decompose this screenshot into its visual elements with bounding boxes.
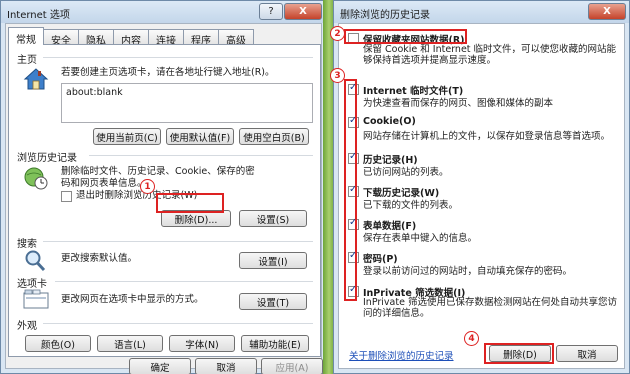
magnifier-icon [23,249,47,273]
step-badge-4: 4 [464,331,479,346]
delete-history-window: 删除浏览的历史记录 X 保留收藏夹网站数据(R) 保留 Cookie 和 Int… [330,0,630,374]
tab-programs[interactable]: 程序 [183,29,219,47]
search-description: 更改搜索默认值。 [61,253,138,264]
cookies-desc: 网站存储在计算机上的文件，以保存如登录信息等首选项。 [363,131,611,142]
tabs-divider [55,281,313,282]
appearance-divider [43,323,313,324]
home-page-value: about:blank [66,87,123,98]
temp-files-desc: 为快速查看而保存的网页、图像和媒体的副本 [363,98,554,109]
left-cancel-button[interactable]: 取消 [195,358,257,374]
highlight-delete-history [156,193,224,213]
search-header: 搜索 [17,239,37,250]
use-blank-button[interactable]: 使用空白页(B) [239,128,309,145]
tabs-window-icon [23,289,49,309]
search-divider [43,241,313,242]
step-badge-2: 2 [330,26,345,41]
inprivate-desc: InPrivate 筛选使用已保存数据检测网站在何处自动共享您访问的详细信息。 [363,297,617,319]
step-badge-3: 3 [330,68,345,83]
step-badge-1: 1 [140,179,155,194]
history-desc: 已访问网站的列表。 [363,167,449,178]
highlight-delete-button [484,343,554,364]
tabs-settings-button[interactable]: 设置(T) [239,293,307,310]
about-delete-history-link[interactable]: 关于删除浏览的历史记录 [349,348,454,362]
use-default-button[interactable]: 使用默认值(F) [166,128,234,145]
right-window-title: 删除浏览的历史记录 [340,10,430,21]
cookies-label: Cookie(O) [363,116,416,127]
home-divider [43,57,313,58]
appearance-header: 外观 [17,321,37,332]
globe-history-icon [23,165,49,191]
accessibility-button[interactable]: 辅助功能(E) [241,335,309,352]
tab-connections[interactable]: 连接 [148,29,184,47]
passwords-desc: 登录以前访问过的网站时，自动填充保存的密码。 [363,266,573,277]
help-button[interactable]: ? [259,3,283,20]
history-header: 浏览历史记录 [17,153,77,164]
history-divider [89,155,313,156]
home-page-textarea[interactable]: about:blank [61,83,313,123]
right-cancel-button[interactable]: 取消 [556,345,618,362]
search-settings-button[interactable]: 设置(I) [239,252,307,269]
history-description: 删除临时文件、历史记录、Cookie、保存的密码和网页表单信息。 [61,166,255,189]
tab-security[interactable]: 安全 [43,29,79,47]
options-tabs: 常规 安全 隐私 内容 连接 程序 高级 [8,27,254,47]
highlight-preserve-favorites [344,29,467,44]
tab-privacy[interactable]: 隐私 [78,29,114,47]
history-settings-button[interactable]: 设置(S) [239,210,307,227]
left-window-title: Internet 选项 [7,10,70,21]
home-header: 主页 [17,55,37,66]
preserve-favorites-desc: 保留 Cookie 和 Internet 临时文件，可以使您收藏的网站能够保持首… [363,44,617,66]
colors-button[interactable]: 颜色(O) [25,335,91,352]
form-data-desc: 保存在表单中键入的信息。 [363,233,478,244]
highlight-checkbox-column [344,79,357,301]
apply-button[interactable]: 应用(A) [261,358,323,374]
tabs-header: 选项卡 [17,279,47,290]
fonts-button[interactable]: 字体(N) [169,335,235,352]
left-title-bar: Internet 选项 ? X [1,1,326,23]
right-close-button[interactable]: X [588,3,626,20]
right-title-bar: 删除浏览的历史记录 X [334,1,629,23]
use-current-button[interactable]: 使用当前页(C) [93,128,161,145]
tabs-description: 更改网页在选项卡中显示的方式。 [61,294,204,305]
tab-advanced[interactable]: 高级 [218,29,254,47]
home-icon [23,67,49,91]
languages-button[interactable]: 语言(L) [97,335,163,352]
delete-on-exit-checkbox[interactable] [61,191,72,202]
ok-button[interactable]: 确定 [129,358,191,374]
left-close-button[interactable]: X [284,3,322,20]
tab-content[interactable]: 内容 [113,29,149,47]
internet-options-window: Internet 选项 ? X 常规 安全 隐私 内容 连接 程序 高级 主页 [0,0,327,374]
download-history-desc: 已下载的文件的列表。 [363,200,459,211]
home-description: 若要创建主页选项卡，请在各地址行键入地址(R)。 [61,67,275,78]
right-client-area: 保留收藏夹网站数据(R) 保留 Cookie 和 Internet 临时文件，可… [338,23,625,369]
tab-general[interactable]: 常规 [8,27,44,46]
